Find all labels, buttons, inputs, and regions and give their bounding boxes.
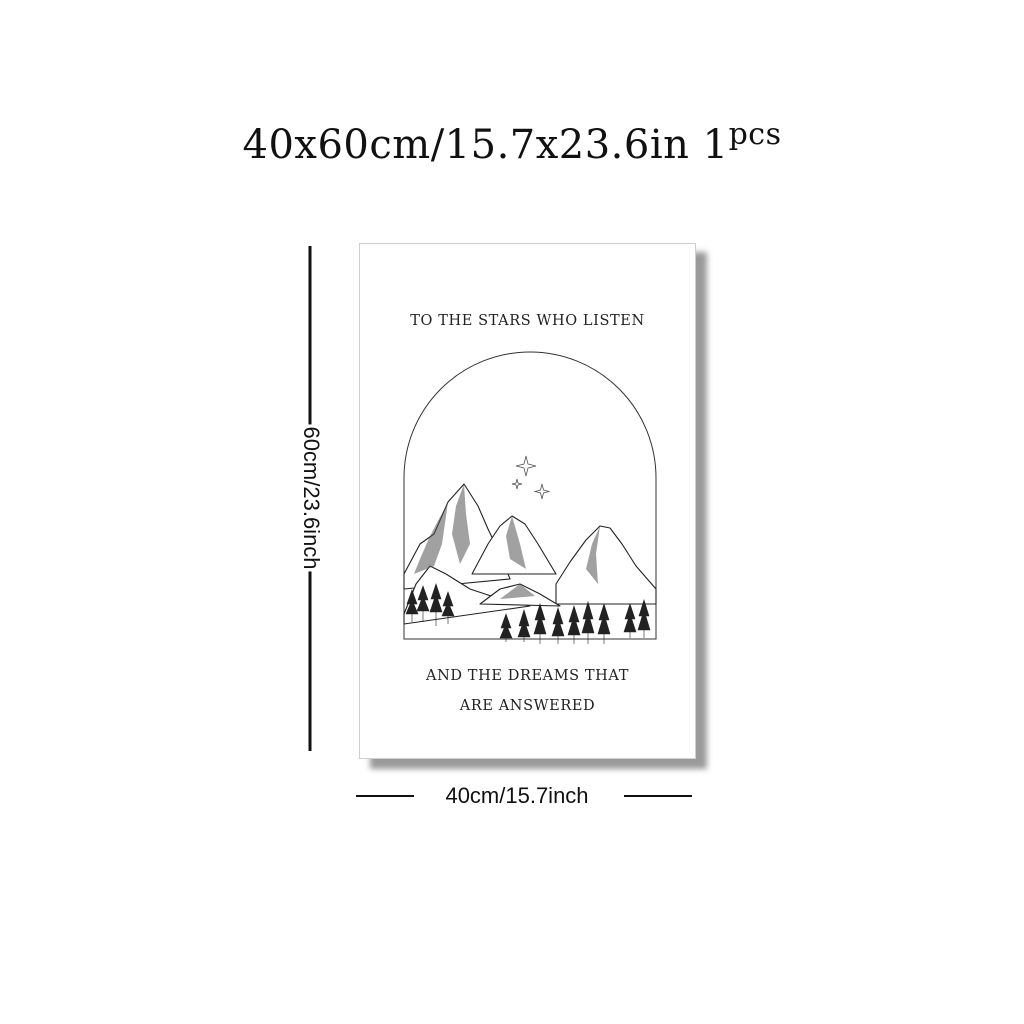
- quantity-suffix: pcs: [728, 117, 782, 152]
- quantity-number: 1: [702, 122, 729, 168]
- product-size-title: 40x60cm/15.7x23.6in 1pcs: [0, 117, 1024, 168]
- width-label: 40cm/15.7inch: [445, 783, 589, 808]
- height-label: 60cm/23.6inch: [298, 424, 324, 572]
- poster-print: TO THE STARS WHO LISTEN AND THE DREAMS T…: [359, 243, 696, 759]
- size-text: 40x60cm/15.7x23.6in: [242, 122, 690, 168]
- poster-quote-line-2: AND THE DREAMS THAT: [426, 668, 629, 684]
- sparkle-stars: [511, 455, 551, 500]
- mountain-range: [403, 483, 657, 625]
- poster-quote-line-3: ARE ANSWERED: [459, 698, 596, 714]
